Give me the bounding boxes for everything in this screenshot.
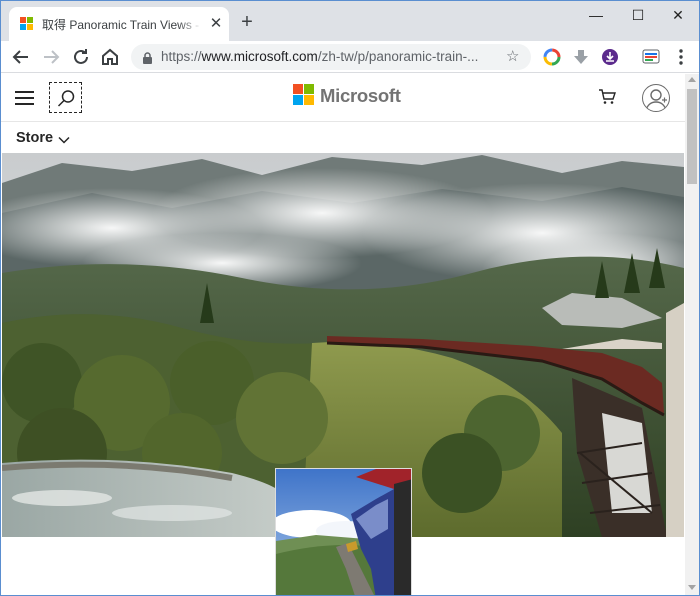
search-icon <box>57 90 75 107</box>
scroll-thumb[interactable] <box>687 89 697 184</box>
window-close-button[interactable]: ✕ <box>657 1 699 29</box>
maximize-button[interactable]: ☐ <box>615 1 661 29</box>
scroll-down-icon[interactable] <box>688 585 696 590</box>
store-menu[interactable]: Store <box>16 130 53 146</box>
avatar-icon[interactable] <box>642 84 670 112</box>
home-icon[interactable] <box>98 45 122 69</box>
forward-icon[interactable] <box>39 45 63 69</box>
brand-name: Microsoft <box>320 85 401 106</box>
search-button[interactable] <box>49 82 82 113</box>
extension-download-icon[interactable] <box>598 45 622 69</box>
browser-window: 取得 Panoramic Train Views - M ✕ + — ☐ ✕ h… <box>0 0 700 596</box>
more-menu-icon[interactable] <box>669 45 693 69</box>
download-icon[interactable] <box>569 45 593 69</box>
address-bar[interactable]: https://www.microsoft.com/zh-tw/p/panora… <box>131 44 531 70</box>
minimize-button[interactable]: — <box>573 1 619 29</box>
scroll-up-icon[interactable] <box>688 77 696 82</box>
lock-icon[interactable] <box>143 51 152 64</box>
microsoft-favicon-icon <box>20 17 34 31</box>
cart-icon[interactable] <box>598 89 616 105</box>
reload-icon[interactable] <box>69 45 93 69</box>
url-text: https://www.microsoft.com/zh-tw/p/panora… <box>161 49 479 64</box>
chevron-down-icon[interactable] <box>58 132 70 144</box>
tab-close-icon[interactable]: ✕ <box>207 15 225 33</box>
extension-colorwheel-icon[interactable] <box>540 45 564 69</box>
microsoft-logo[interactable]: Microsoft <box>293 84 401 108</box>
store-nav: Store <box>1 123 685 153</box>
new-tab-button[interactable]: + <box>237 12 257 32</box>
star-icon[interactable]: ☆ <box>506 48 524 66</box>
page-scrollbar[interactable] <box>685 74 699 595</box>
back-icon[interactable] <box>9 45 33 69</box>
tab-strip: 取得 Panoramic Train Views - M ✕ + — ☐ ✕ <box>1 1 699 41</box>
browser-tab[interactable]: 取得 Panoramic Train Views - M ✕ <box>9 7 229 41</box>
web-page: Microsoft Store <box>1 74 685 595</box>
hamburger-icon[interactable] <box>15 91 35 105</box>
browser-toolbar: https://www.microsoft.com/zh-tw/p/panora… <box>1 41 699 73</box>
extension-flag-icon[interactable] <box>639 45 663 69</box>
screenshot-thumbnail[interactable] <box>275 468 412 595</box>
tab-title: 取得 Panoramic Train Views - M <box>42 16 202 32</box>
site-header: Microsoft <box>1 74 685 122</box>
